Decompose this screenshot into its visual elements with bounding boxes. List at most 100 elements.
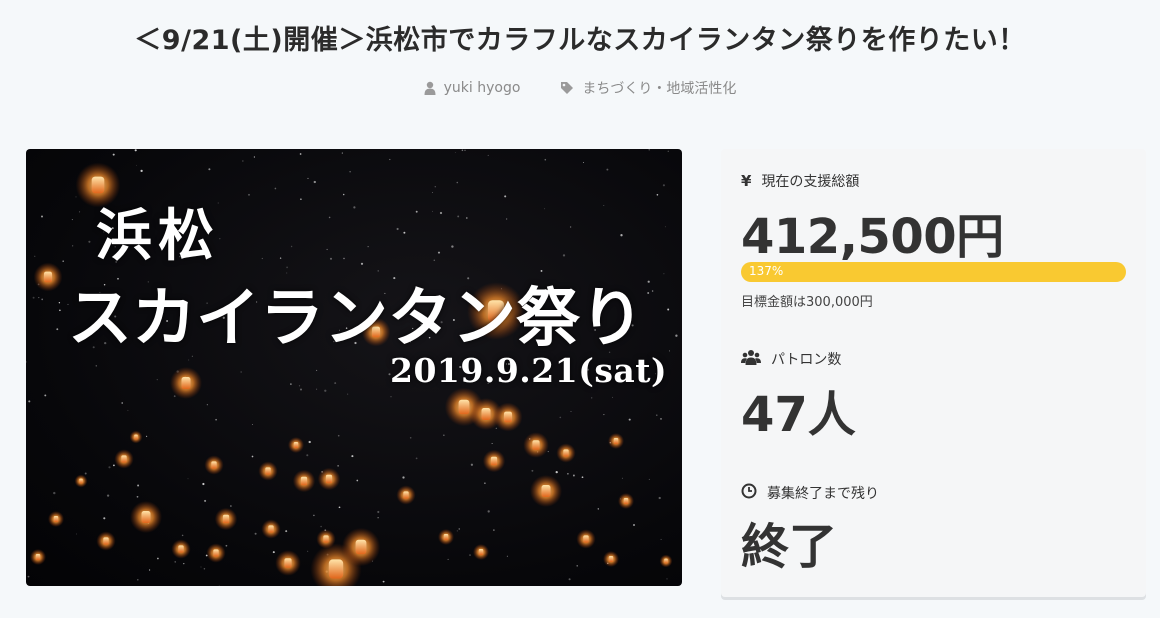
star	[108, 466, 111, 469]
star	[225, 544, 228, 547]
star	[377, 517, 379, 519]
star	[582, 162, 584, 164]
star	[658, 496, 661, 500]
star	[59, 309, 61, 312]
star	[531, 469, 534, 472]
star	[181, 534, 184, 537]
star	[174, 561, 176, 563]
users-icon	[741, 349, 761, 369]
lantern	[33, 262, 63, 292]
star	[274, 187, 277, 190]
star	[26, 361, 27, 363]
yen-icon: ¥	[741, 172, 752, 190]
star	[663, 273, 665, 275]
star	[382, 580, 385, 583]
star	[660, 538, 662, 540]
star	[465, 217, 468, 219]
patrons-section: パトロン数	[741, 349, 841, 369]
star	[338, 506, 341, 509]
star	[457, 215, 460, 218]
star	[469, 554, 471, 556]
star	[251, 455, 254, 458]
star	[136, 495, 139, 498]
star	[456, 530, 458, 532]
star	[121, 402, 124, 404]
star	[206, 404, 208, 406]
clock-icon	[741, 483, 757, 503]
star	[254, 532, 257, 535]
star	[669, 350, 671, 352]
star	[506, 218, 508, 220]
star	[493, 529, 495, 531]
star	[136, 164, 138, 166]
lantern	[206, 543, 226, 563]
star	[106, 494, 110, 497]
star	[28, 400, 31, 403]
lantern	[129, 430, 143, 444]
lantern	[292, 469, 316, 493]
star	[343, 257, 345, 260]
lantern	[659, 554, 673, 568]
funding-progress-bar: 137%	[741, 262, 1126, 282]
lantern	[576, 529, 596, 549]
star	[647, 280, 650, 283]
star	[187, 478, 189, 480]
star	[251, 424, 253, 425]
star	[662, 184, 665, 187]
star	[320, 525, 322, 528]
star	[666, 578, 668, 580]
project-meta: yuki hyogo まちづくり・地域活性化	[0, 78, 1160, 98]
star	[591, 397, 593, 399]
author-name: yuki hyogo	[443, 80, 521, 96]
star	[248, 193, 250, 196]
star	[495, 427, 497, 429]
star	[612, 396, 614, 398]
category-link[interactable]: まちづくり・地域活性化	[560, 78, 736, 98]
star	[569, 226, 572, 228]
hero-title-city: 浜松	[96, 203, 220, 269]
patrons-label: パトロン数	[771, 352, 842, 368]
star	[58, 302, 61, 304]
star	[451, 245, 454, 248]
star	[134, 149, 137, 152]
star	[253, 156, 256, 158]
category-name: まちづくり・地域活性化	[582, 81, 737, 97]
star	[215, 418, 217, 421]
lantern	[473, 544, 489, 560]
star	[71, 219, 73, 221]
author-link[interactable]: yuki hyogo	[424, 78, 521, 98]
lantern	[288, 437, 304, 453]
star	[628, 418, 631, 421]
star	[606, 168, 609, 171]
funding-amount: 412,500円	[741, 209, 1004, 265]
star	[562, 254, 566, 257]
star	[353, 206, 356, 209]
star	[27, 575, 30, 578]
star	[621, 477, 623, 479]
star	[356, 479, 359, 482]
star	[675, 334, 678, 337]
lantern	[74, 474, 88, 488]
star	[290, 383, 292, 385]
star	[447, 558, 449, 560]
lantern	[482, 449, 506, 473]
star	[443, 434, 445, 436]
star	[403, 231, 406, 234]
star	[204, 499, 207, 502]
star	[470, 463, 474, 466]
lantern	[30, 549, 46, 565]
star	[173, 395, 176, 398]
star	[316, 388, 318, 390]
star	[149, 569, 151, 571]
star	[415, 210, 418, 213]
project-hero-image: 浜松 スカイランタン祭り 2019.9.21(sat)	[26, 149, 682, 586]
star	[56, 328, 59, 331]
star	[112, 153, 115, 156]
remaining-value: 終了	[741, 519, 838, 575]
lantern	[114, 449, 134, 469]
star	[349, 171, 351, 173]
star	[75, 196, 77, 198]
star	[44, 394, 47, 397]
star	[347, 393, 349, 395]
star	[183, 563, 185, 565]
